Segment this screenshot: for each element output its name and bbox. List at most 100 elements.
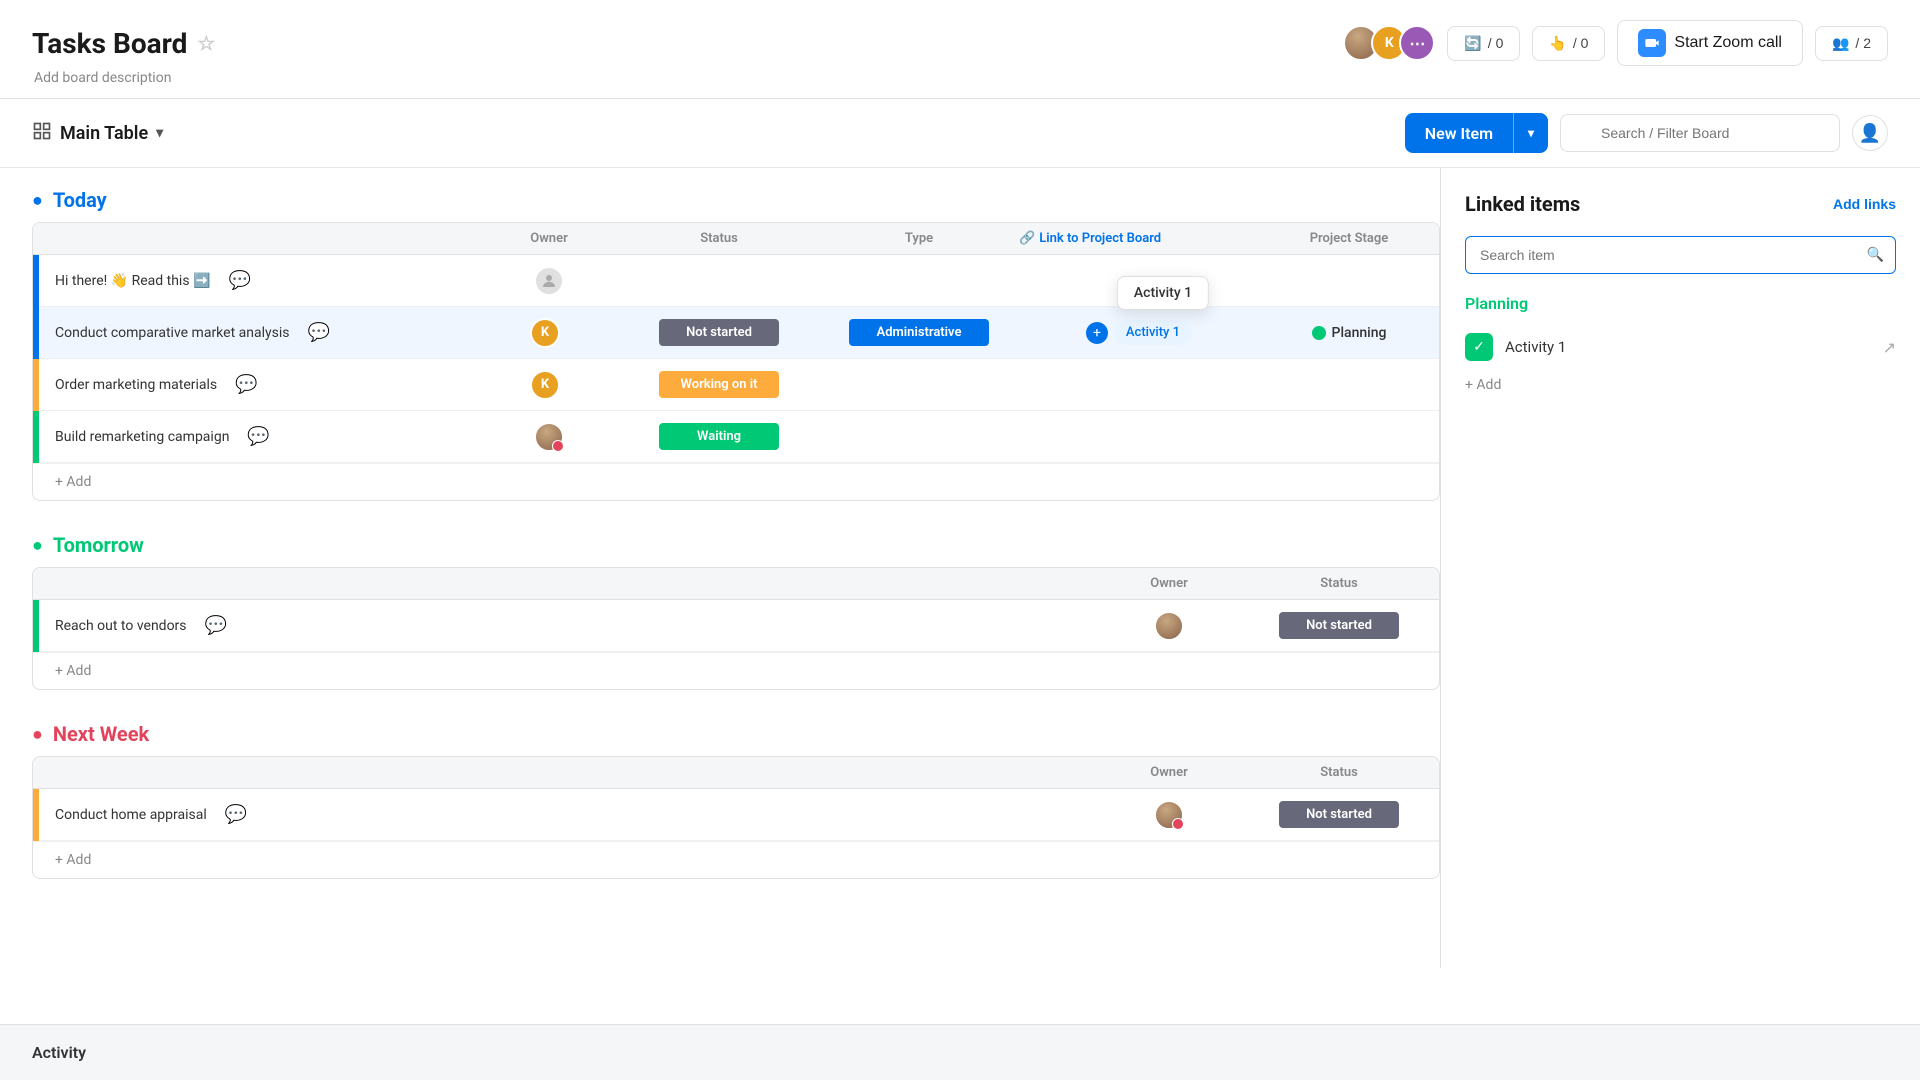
row-content[interactable]: Hi there! 👋 Read this ➡️ 💬 [33, 260, 479, 301]
table-row: Hi there! 👋 Read this ➡️ 💬 [33, 255, 1439, 307]
section-toggle-today[interactable]: ● [32, 190, 43, 211]
add-row-tomorrow[interactable]: + Add [33, 652, 1439, 689]
new-item-caret-icon[interactable]: ▾ [1514, 116, 1548, 150]
row-text: Conduct home appraisal [55, 807, 207, 823]
row-content[interactable]: Conduct home appraisal 💬 [33, 794, 1099, 835]
add-row-nextweek[interactable]: + Add [33, 841, 1439, 878]
owner-cell [479, 422, 619, 452]
col-type-header: Type [819, 231, 1019, 246]
zoom-call-button[interactable]: Start Zoom call [1617, 20, 1803, 66]
status-cell[interactable]: Working on it [619, 371, 819, 398]
zoom-button-label: Start Zoom call [1674, 34, 1782, 52]
planning-title: Planning [1465, 294, 1896, 313]
col-stage-header: Project Stage [1259, 231, 1439, 246]
activity-button[interactable]: 🔄 / 0 [1447, 26, 1520, 61]
row-content[interactable]: Order marketing materials 💬 [33, 364, 479, 405]
add-linked-button[interactable]: + Add [1465, 369, 1896, 401]
status-badge-not-started2: Not started [1279, 612, 1399, 639]
linked-item: ✓ Activity 1 ↗ [1465, 325, 1896, 369]
status-cell[interactable]: Not started [1239, 612, 1439, 639]
avatar-extra: ⋯ [1399, 25, 1435, 61]
search-input[interactable] [1560, 114, 1840, 152]
star-icon[interactable]: ☆ [197, 31, 215, 55]
section-tomorrow: ● Tomorrow Owner Status Reach out to ven… [32, 533, 1440, 690]
col-owner-header: Owner [1099, 576, 1239, 591]
toolbar-right: New Item ▾ 🔍 👤 [1405, 113, 1888, 153]
section-nextweek: ● Next Week Owner Status Conduct home ap… [32, 722, 1440, 879]
search-wrapper: 🔍 [1560, 114, 1840, 152]
new-item-button[interactable]: New Item ▾ [1405, 113, 1548, 153]
row-text: Order marketing materials [55, 377, 217, 393]
section-title-tomorrow: Tomorrow [53, 533, 144, 557]
owner-cell [1099, 800, 1239, 830]
owner-cell [479, 266, 619, 296]
linked-panel: Linked items Add links 🔍 Planning ✓ Acti… [1440, 168, 1920, 968]
people-button[interactable]: 👥 / 2 [1815, 26, 1888, 61]
table-head-nextweek: Owner Status [33, 757, 1439, 789]
row-text: Conduct comparative market analysis [55, 325, 289, 341]
chat-icon[interactable]: 💬 [228, 270, 250, 291]
activity-bar[interactable]: Activity [0, 1024, 1920, 1080]
chat-icon[interactable]: 💬 [235, 374, 257, 395]
row-content[interactable]: Conduct comparative market analysis 💬 [33, 312, 479, 353]
row-content[interactable]: Reach out to vendors 💬 [33, 605, 1099, 646]
linked-panel-title-text: Linked items [1465, 192, 1580, 216]
search-item-icon: 🔍 [1867, 247, 1884, 263]
new-item-label: New Item [1405, 114, 1513, 153]
row-content[interactable]: Build remarketing campaign 💬 [33, 416, 479, 457]
type-cell[interactable]: Administrative [819, 319, 1019, 346]
owner-avatar-img3 [1154, 800, 1184, 830]
board-title: Tasks Board ☆ [32, 27, 215, 60]
row-indicator [33, 255, 39, 307]
row-indicator [33, 411, 39, 463]
zoom-icon [1638, 29, 1666, 57]
chat-icon[interactable]: 💬 [205, 615, 227, 636]
stage-text: Planning [1332, 325, 1387, 341]
user-icon: 👤 [1859, 123, 1881, 144]
row-indicator [33, 789, 39, 841]
main-table-button[interactable]: Main Table ▾ [32, 121, 163, 145]
section-toggle-nextweek[interactable]: ● [32, 724, 43, 745]
col-status-header: Status [1239, 765, 1439, 780]
row-indicator [33, 600, 39, 652]
chat-icon[interactable]: 💬 [225, 804, 247, 825]
search-item-input[interactable] [1465, 236, 1896, 274]
table-row: Reach out to vendors 💬 Not started [33, 600, 1439, 652]
chat-icon[interactable]: 💬 [247, 426, 269, 447]
owner-cell: K [479, 370, 619, 400]
status-cell[interactable]: Not started [1239, 801, 1439, 828]
status-badge-working: Working on it [659, 371, 779, 398]
user-avatar-button[interactable]: 👤 [1852, 115, 1888, 151]
main-table-label: Main Table [60, 123, 148, 144]
people-icon: 👥 [1832, 35, 1849, 52]
chevron-down-icon: ▾ [156, 125, 163, 141]
add-link-button[interactable]: + [1086, 322, 1108, 344]
linked-item-name: Activity 1 [1505, 338, 1871, 356]
status-badge-not-started3: Not started [1279, 801, 1399, 828]
col-status-header: Status [619, 231, 819, 246]
status-cell[interactable]: Waiting [619, 423, 819, 450]
row-indicator [33, 359, 39, 411]
table-head-today: Owner Status Type 🔗 Link to Project Boar… [33, 223, 1439, 255]
owner-avatar-img2 [1154, 611, 1184, 641]
col-status-header: Status [1239, 576, 1439, 591]
owner-avatar-k: K [530, 318, 560, 348]
link-badge-text: Activity 1 [1126, 325, 1180, 340]
expand-icon[interactable]: ↗ [1883, 338, 1896, 357]
status-cell[interactable]: Not started [619, 319, 819, 346]
link-badge[interactable]: Activity 1 [1114, 320, 1192, 345]
table-row: Conduct home appraisal 💬 Not started [33, 789, 1439, 841]
owner-avatar-k2: K [530, 370, 560, 400]
board-title-text: Tasks Board [32, 27, 187, 60]
avatar-group: K ⋯ [1343, 25, 1435, 61]
updates-button[interactable]: 👆 / 0 [1532, 26, 1605, 61]
section-today: ● Today Owner Status Type 🔗 Link to Proj… [32, 188, 1440, 501]
content: ● Today Owner Status Type 🔗 Link to Proj… [0, 168, 1920, 968]
table-row: Order marketing materials 💬 K Working on… [33, 359, 1439, 411]
chat-icon[interactable]: 💬 [307, 322, 329, 343]
section-toggle-tomorrow[interactable]: ● [32, 535, 43, 556]
add-links-button[interactable]: Add links [1833, 196, 1896, 212]
grid-icon [32, 121, 52, 145]
linked-panel-header: Linked items Add links [1465, 192, 1896, 216]
add-row-today[interactable]: + Add [33, 463, 1439, 500]
